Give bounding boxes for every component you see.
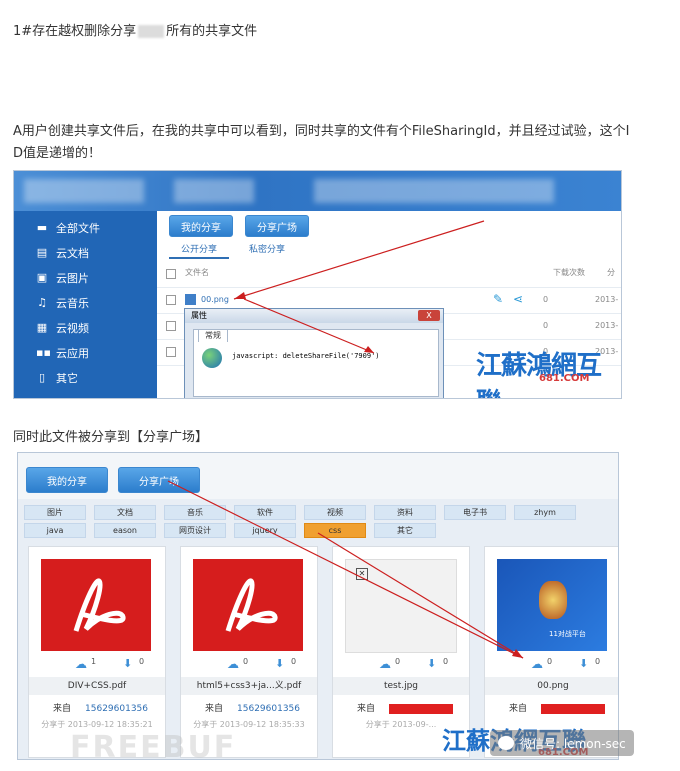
paragraph-2: 同时此文件被分享到【分享广场】 [13,430,209,445]
annotation-arrows [233,220,485,354]
wechat-id: 微信号: lemon-sec [520,736,626,751]
screenshot-my-shares: ▬ 全部文件 ▤ 云文档 ▣ 云图片 ♫ 云音乐 ▦ 云视频 ▪▪ 云应用 ▯ 其它 我的分享… [13,170,622,399]
paragraph-1: A用户创建共享文件后，在我的共享中可以看到，同时共享的文件有个FileShari… [13,121,673,165]
paragraph-1-line2: D值是递增的！ [13,146,102,161]
wechat-icon [498,736,514,750]
freebuf-watermark: FREEBUF [70,730,237,765]
annotation-arrows [167,480,524,659]
screenshot-share-plaza: 我的分享 分享广场 图片 文档 音乐 软件 视频 资料 电子书 zhym jav… [17,452,619,760]
redacted-block [138,25,165,38]
heading-suffix: 所有的共享文件 [166,24,258,39]
wechat-badge: 微信号: lemon-sec [490,730,634,756]
article-heading: 1#存在越权删除分享 所有的共享文件 [13,21,257,43]
paragraph-1-line1: A用户创建共享文件后，在我的共享中可以看到，同时共享的文件有个FileShari… [13,124,630,139]
heading-text: 1#存在越权删除分享 [13,24,137,39]
